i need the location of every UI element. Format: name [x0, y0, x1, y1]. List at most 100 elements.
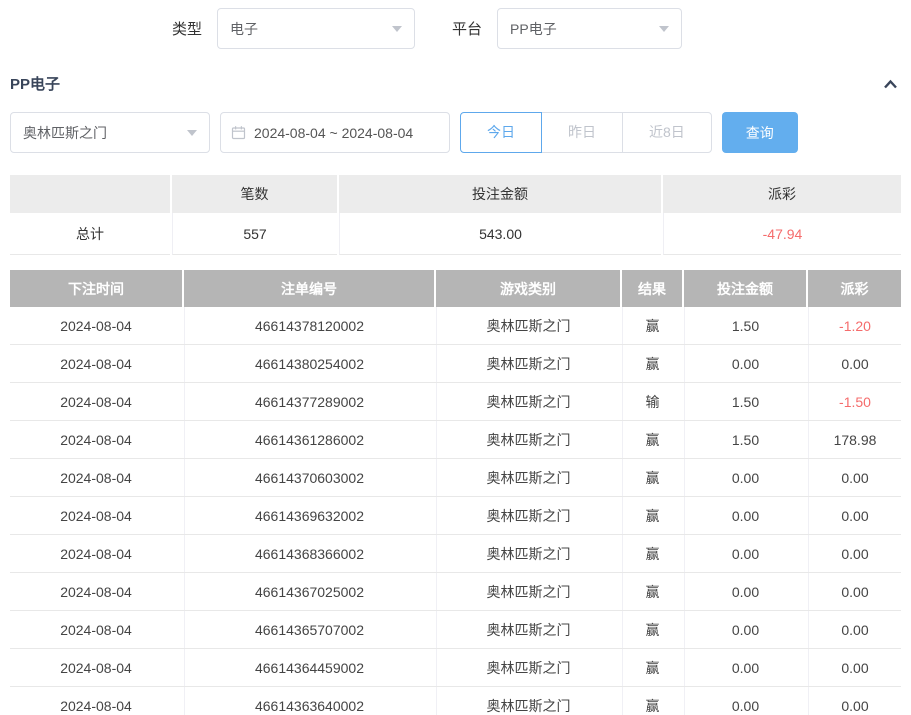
- cell-order-no: 46614363640002: [184, 687, 434, 715]
- cell-bet-time: 2024-08-04: [10, 421, 182, 458]
- cell-game: 奥林匹斯之门: [436, 345, 620, 382]
- cell-payout: 178.98: [808, 421, 901, 458]
- cell-order-no: 46614364459002: [184, 649, 434, 686]
- table-row: 2024-08-04 46614369632002 奥林匹斯之门 赢 0.00 …: [10, 497, 901, 535]
- col-header-result: 结果: [622, 270, 682, 307]
- cell-bet-amount: 0.00: [684, 535, 806, 572]
- col-header-bet-amount: 投注金额: [684, 270, 806, 307]
- calendar-icon: [231, 125, 246, 140]
- cell-game: 奥林匹斯之门: [436, 421, 620, 458]
- cell-bet-amount: 0.00: [684, 573, 806, 610]
- summary-total-label: 总计: [10, 213, 170, 255]
- cell-result: 赢: [622, 307, 682, 344]
- cell-bet-time: 2024-08-04: [10, 497, 182, 534]
- cell-game: 奥林匹斯之门: [436, 383, 620, 420]
- table-row: 2024-08-04 46614364459002 奥林匹斯之门 赢 0.00 …: [10, 649, 901, 687]
- cell-result: 赢: [622, 497, 682, 534]
- cell-payout: 0.00: [808, 535, 901, 572]
- cell-game: 奥林匹斯之门: [436, 573, 620, 610]
- top-filter-bar: 类型 电子 平台 PP电子: [0, 0, 911, 49]
- cell-bet-time: 2024-08-04: [10, 459, 182, 496]
- yesterday-button[interactable]: 昨日: [541, 112, 623, 153]
- table-header-row: 下注时间 注单编号 游戏类别 结果 投注金额 派彩: [10, 270, 901, 307]
- search-button[interactable]: 查询: [722, 112, 798, 153]
- type-select[interactable]: 电子: [217, 8, 415, 49]
- cell-bet-time: 2024-08-04: [10, 535, 182, 572]
- cell-result: 赢: [622, 459, 682, 496]
- col-header-time: 下注时间: [10, 270, 182, 307]
- summary-header-blank: [10, 175, 170, 213]
- cell-game: 奥林匹斯之门: [436, 611, 620, 648]
- cell-bet-time: 2024-08-04: [10, 687, 182, 715]
- section-title: PP电子: [10, 73, 60, 94]
- table-row: 2024-08-04 46614380254002 奥林匹斯之门 赢 0.00 …: [10, 345, 901, 383]
- cell-bet-amount: 0.00: [684, 649, 806, 686]
- caret-down-icon: [187, 130, 197, 136]
- cell-bet-time: 2024-08-04: [10, 307, 182, 344]
- cell-game: 奥林匹斯之门: [436, 687, 620, 715]
- table-row: 2024-08-04 46614367025002 奥林匹斯之门 赢 0.00 …: [10, 573, 901, 611]
- table-body: 2024-08-04 46614378120002 奥林匹斯之门 赢 1.50 …: [10, 307, 901, 715]
- cell-order-no: 46614367025002: [184, 573, 434, 610]
- cell-result: 赢: [622, 535, 682, 572]
- date-range-input[interactable]: 2024-08-04 ~ 2024-08-04: [220, 112, 450, 153]
- last8days-button[interactable]: 近8日: [622, 112, 712, 153]
- cell-order-no: 46614377289002: [184, 383, 434, 420]
- cell-payout: 0.00: [808, 345, 901, 382]
- type-label: 类型: [172, 18, 202, 39]
- cell-bet-amount: 0.00: [684, 687, 806, 715]
- cell-bet-amount: 1.50: [684, 307, 806, 344]
- cell-bet-time: 2024-08-04: [10, 649, 182, 686]
- cell-bet-amount: 0.00: [684, 459, 806, 496]
- cell-result: 赢: [622, 687, 682, 715]
- type-select-value: 电子: [230, 19, 258, 39]
- col-header-order-no: 注单编号: [184, 270, 434, 307]
- cell-game: 奥林匹斯之门: [436, 497, 620, 534]
- summary-total-count: 557: [172, 213, 337, 255]
- query-bar: 奥林匹斯之门 2024-08-04 ~ 2024-08-04 今日 昨日 近8日…: [0, 112, 911, 153]
- cell-payout: 0.00: [808, 687, 901, 715]
- bet-records-table: 下注时间 注单编号 游戏类别 结果 投注金额 派彩 2024-08-04 466…: [10, 270, 901, 715]
- cell-result: 赢: [622, 345, 682, 382]
- cell-game: 奥林匹斯之门: [436, 307, 620, 344]
- table-row: 2024-08-04 46614377289002 奥林匹斯之门 输 1.50 …: [10, 383, 901, 421]
- cell-result: 输: [622, 383, 682, 420]
- cell-payout: -1.50: [808, 383, 901, 420]
- cell-bet-amount: 0.00: [684, 345, 806, 382]
- date-range-value: 2024-08-04 ~ 2024-08-04: [254, 125, 413, 141]
- section-header: PP电子: [0, 73, 911, 94]
- quick-date-group: 今日 昨日 近8日: [460, 112, 712, 153]
- cell-payout: 0.00: [808, 649, 901, 686]
- cell-order-no: 46614361286002: [184, 421, 434, 458]
- col-header-payout: 派彩: [808, 270, 901, 307]
- today-button[interactable]: 今日: [460, 112, 542, 153]
- cell-result: 赢: [622, 649, 682, 686]
- cell-order-no: 46614378120002: [184, 307, 434, 344]
- cell-bet-amount: 1.50: [684, 421, 806, 458]
- summary-total-payout: -47.94: [663, 213, 901, 255]
- cell-bet-amount: 0.00: [684, 497, 806, 534]
- table-row: 2024-08-04 46614361286002 奥林匹斯之门 赢 1.50 …: [10, 421, 901, 459]
- cell-bet-time: 2024-08-04: [10, 345, 182, 382]
- caret-down-icon: [659, 26, 669, 32]
- game-select-value: 奥林匹斯之门: [23, 123, 107, 143]
- summary-total-bet-amount: 543.00: [339, 213, 661, 255]
- cell-order-no: 46614370603002: [184, 459, 434, 496]
- cell-result: 赢: [622, 611, 682, 648]
- cell-order-no: 46614368366002: [184, 535, 434, 572]
- table-row: 2024-08-04 46614363640002 奥林匹斯之门 赢 0.00 …: [10, 687, 901, 715]
- platform-select[interactable]: PP电子: [497, 8, 682, 49]
- cell-bet-time: 2024-08-04: [10, 611, 182, 648]
- cell-payout: 0.00: [808, 611, 901, 648]
- table-row: 2024-08-04 46614365707002 奥林匹斯之门 赢 0.00 …: [10, 611, 901, 649]
- summary-header-payout: 派彩: [663, 175, 901, 213]
- cell-payout: 0.00: [808, 459, 901, 496]
- collapse-button[interactable]: [882, 77, 899, 91]
- cell-result: 赢: [622, 573, 682, 610]
- cell-result: 赢: [622, 421, 682, 458]
- cell-bet-time: 2024-08-04: [10, 573, 182, 610]
- platform-label: 平台: [452, 18, 482, 39]
- table-row: 2024-08-04 46614378120002 奥林匹斯之门 赢 1.50 …: [10, 307, 901, 345]
- cell-bet-time: 2024-08-04: [10, 383, 182, 420]
- game-select[interactable]: 奥林匹斯之门: [10, 112, 210, 153]
